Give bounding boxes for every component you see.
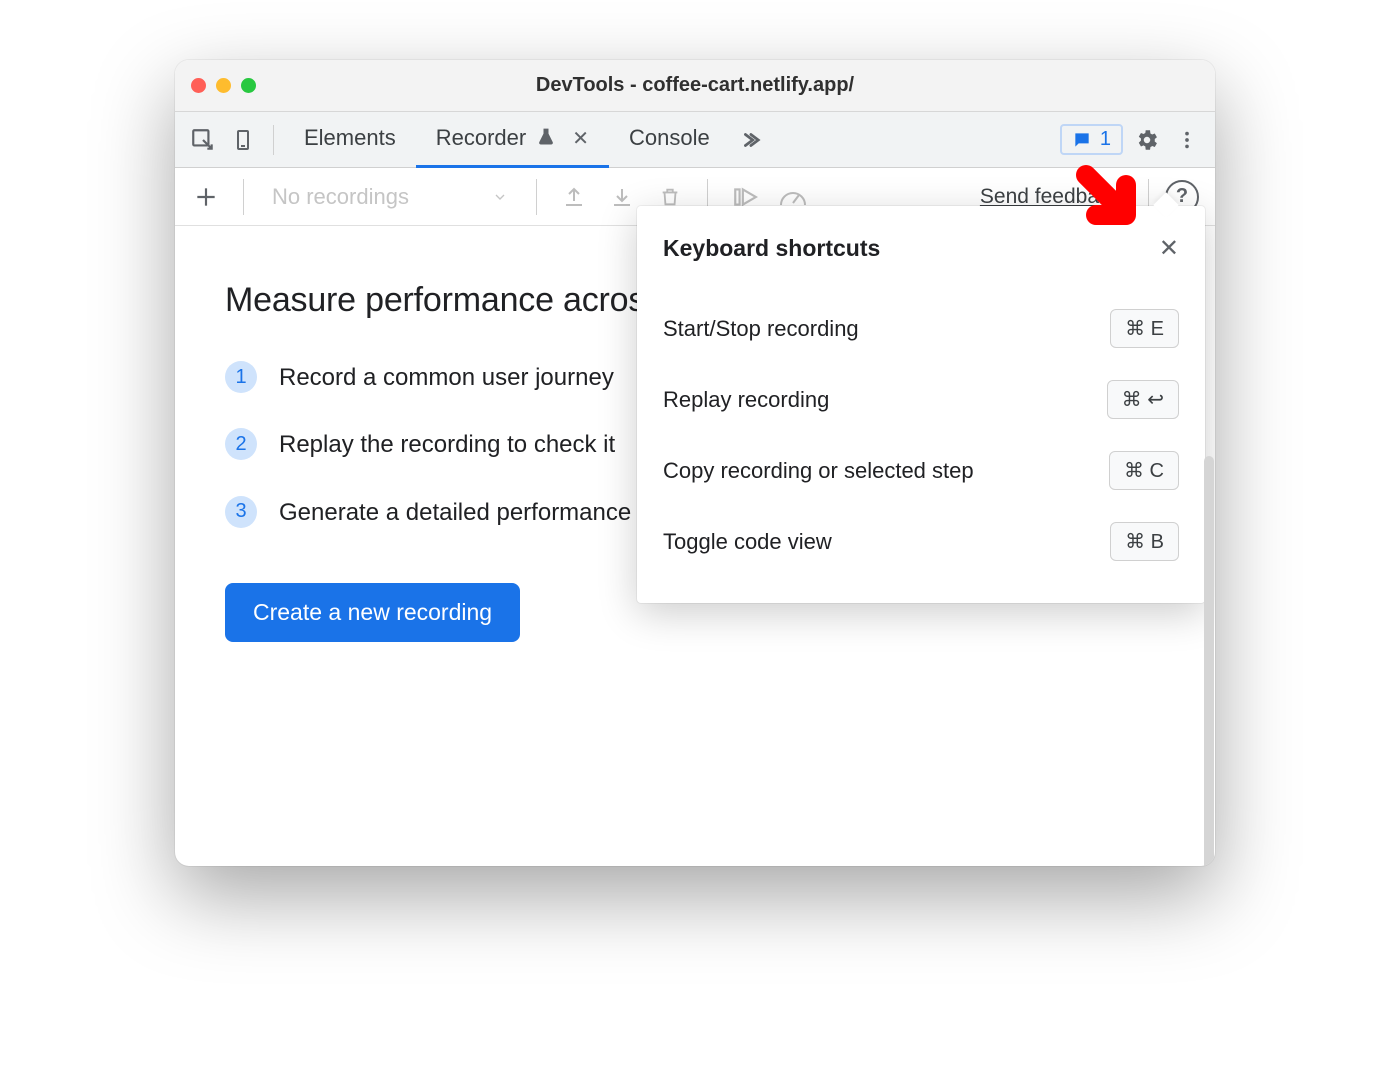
- tab-recorder[interactable]: Recorder ✕: [416, 112, 609, 168]
- shortcut-label: Copy recording or selected step: [663, 458, 974, 484]
- shortcut-keycap: ⌘ ↩: [1107, 380, 1179, 419]
- minimize-window-button[interactable]: [216, 78, 231, 93]
- maximize-window-button[interactable]: [241, 78, 256, 93]
- close-icon[interactable]: ✕: [1159, 234, 1179, 263]
- window-title: DevTools - coffee-cart.netlify.app/: [175, 74, 1215, 97]
- scrollbar-thumb[interactable]: [1204, 456, 1214, 866]
- separator: [536, 179, 537, 215]
- recordings-dropdown[interactable]: No recordings: [260, 177, 520, 217]
- step-number: 3: [225, 496, 257, 528]
- shortcut-keycap: ⌘ E: [1110, 309, 1179, 348]
- popover-title: Keyboard shortcuts: [663, 235, 880, 262]
- step-number: 1: [225, 361, 257, 393]
- close-tab-icon[interactable]: ✕: [572, 126, 589, 151]
- shortcut-keycap: ⌘ C: [1109, 451, 1179, 490]
- separator: [243, 179, 244, 215]
- chevron-down-icon: [492, 189, 508, 205]
- titlebar: DevTools - coffee-cart.netlify.app/: [175, 60, 1215, 112]
- issues-count: 1: [1100, 128, 1111, 151]
- tab-elements[interactable]: Elements: [284, 112, 416, 168]
- tab-label: Console: [629, 125, 710, 151]
- step-text: Replay the recording to check it: [279, 426, 615, 463]
- kebab-menu-icon[interactable]: [1167, 120, 1207, 160]
- tab-console[interactable]: Console: [609, 112, 730, 168]
- tab-label: Elements: [304, 125, 396, 151]
- issues-badge[interactable]: 1: [1060, 124, 1123, 155]
- tab-label: Recorder: [436, 125, 526, 151]
- step-text: Record a common user journey: [279, 359, 614, 396]
- settings-icon[interactable]: [1127, 120, 1167, 160]
- export-icon[interactable]: [553, 176, 595, 218]
- send-feedback-link[interactable]: Send feedback: [980, 185, 1120, 209]
- shortcuts-popover: Keyboard shortcuts ✕ Start/Stop recordin…: [637, 206, 1205, 603]
- flask-icon: [536, 127, 558, 149]
- shortcut-label: Toggle code view: [663, 529, 832, 555]
- shortcut-row: Replay recording ⌘ ↩: [663, 364, 1179, 435]
- close-window-button[interactable]: [191, 78, 206, 93]
- shortcut-label: Start/Stop recording: [663, 316, 859, 342]
- more-tabs-icon[interactable]: [730, 120, 770, 160]
- create-recording-button[interactable]: Create a new recording: [225, 583, 520, 642]
- shortcut-row: Start/Stop recording ⌘ E: [663, 293, 1179, 364]
- step-number: 2: [225, 428, 257, 460]
- shortcut-label: Replay recording: [663, 387, 829, 413]
- traffic-lights: [191, 78, 256, 93]
- device-toggle-icon[interactable]: [223, 120, 263, 160]
- separator: [273, 125, 274, 155]
- popover-header: Keyboard shortcuts ✕: [663, 234, 1179, 263]
- inspect-icon[interactable]: [183, 120, 223, 160]
- add-icon[interactable]: [185, 176, 227, 218]
- shortcut-keycap: ⌘ B: [1110, 522, 1179, 561]
- dropdown-label: No recordings: [272, 184, 409, 210]
- tab-bar: Elements Recorder ✕ Console 1: [175, 112, 1215, 168]
- devtools-window: DevTools - coffee-cart.netlify.app/ Elem…: [175, 60, 1215, 866]
- content-area: Measure performance across an entire use…: [175, 226, 1215, 866]
- shortcut-row: Toggle code view ⌘ B: [663, 506, 1179, 577]
- shortcut-row: Copy recording or selected step ⌘ C: [663, 435, 1179, 506]
